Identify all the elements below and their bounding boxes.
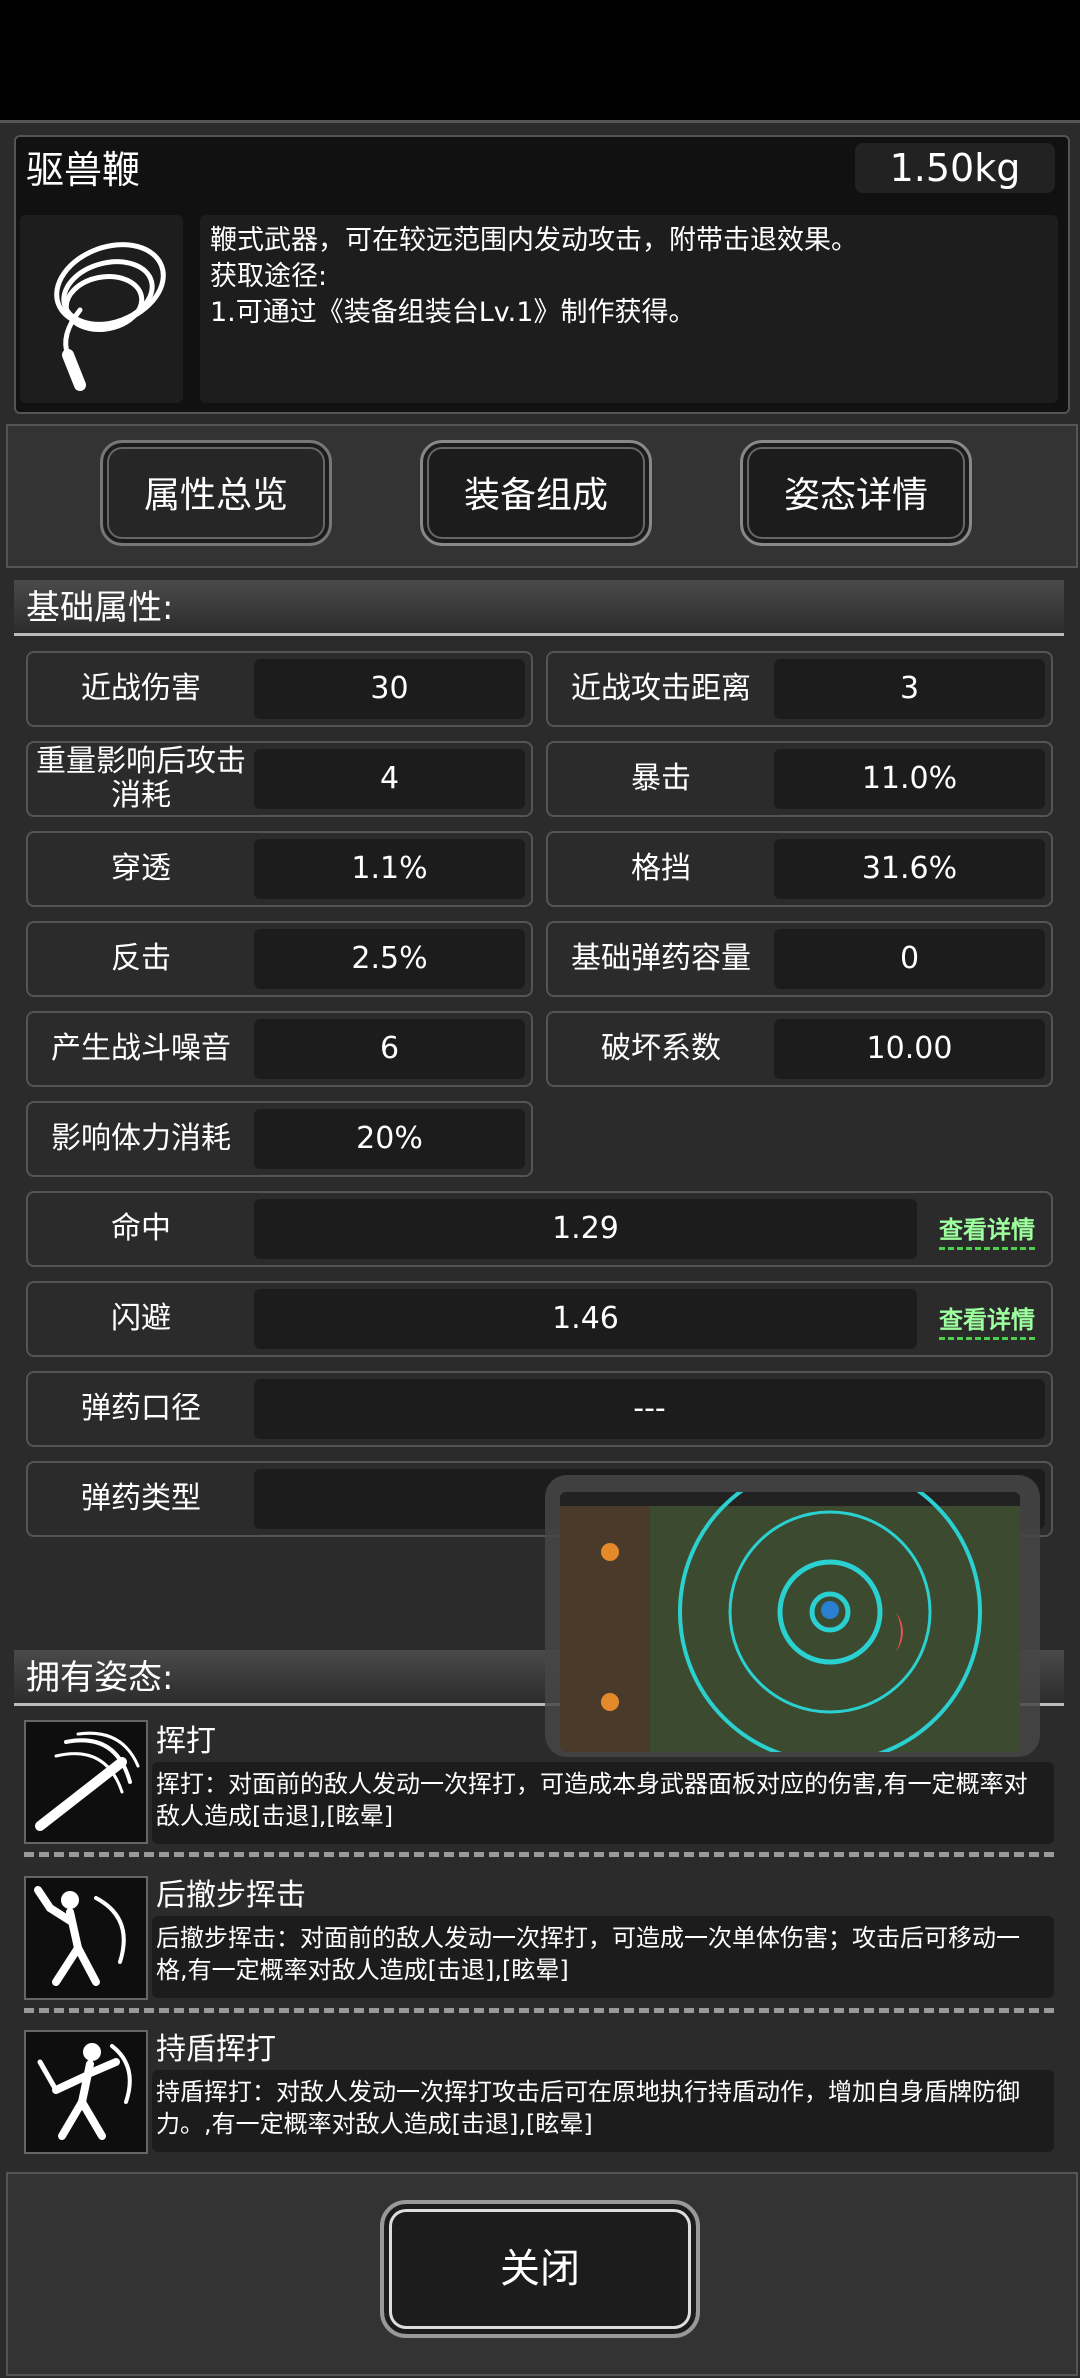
stat-melee-range: 近战攻击距离 3 — [546, 651, 1053, 727]
item-weight: 1.50kg — [855, 143, 1055, 193]
stance-name: 后撤步挥击 — [156, 1878, 306, 1913]
stat-counter: 反击 2.5% — [26, 921, 533, 997]
stance-description: 挥打：对面前的敌人发动一次挥打，可造成本身武器面板对应的伤害,有一定概率对敌人造… — [152, 1762, 1054, 1844]
stat-value: 1.29 — [254, 1199, 917, 1259]
shield-swing-icon — [37, 2043, 132, 2140]
stat-destruction: 破坏系数 10.00 — [546, 1011, 1053, 1087]
stat-label: 穿透 — [111, 851, 171, 886]
evasion-details-link[interactable]: 查看详情 — [939, 1300, 1035, 1340]
stat-evasion: 闪避 1.46 查看详情 — [26, 1281, 1053, 1357]
stat-value: 20% — [254, 1109, 525, 1169]
stat-label: 近战伤害 — [81, 671, 201, 706]
desc-line: 获取途径: — [210, 261, 328, 292]
game-preview-thumbnail[interactable] — [560, 1492, 1020, 1752]
stat-value: 10.00 — [774, 1019, 1045, 1079]
stat-label: 暴击 — [631, 761, 691, 796]
stat-label: 重量影响后攻击消耗 — [36, 744, 246, 813]
stance-name: 持盾挥打 — [156, 2032, 276, 2067]
stat-value: 11.0% — [774, 749, 1045, 809]
stat-label: 格挡 — [631, 851, 691, 886]
stat-value: 1.1% — [254, 839, 525, 899]
basic-attributes-heading: 基础属性: — [14, 580, 1064, 636]
stat-ammo-caliber: 弹药口径 --- — [26, 1371, 1053, 1447]
accuracy-details-link[interactable]: 查看详情 — [939, 1210, 1035, 1250]
stat-critical: 暴击 11.0% — [546, 741, 1053, 817]
stat-value: 6 — [254, 1019, 525, 1079]
stat-accuracy: 命中 1.29 查看详情 — [26, 1191, 1053, 1267]
stance-icon-frame — [24, 2030, 148, 2154]
stance-icon-frame — [24, 1720, 148, 1844]
stance-icon-frame — [24, 1876, 148, 2000]
stat-block: 格挡 31.6% — [546, 831, 1053, 907]
stat-label: 破坏系数 — [601, 1031, 721, 1066]
stat-penetration: 穿透 1.1% — [26, 831, 533, 907]
stat-stamina-cost: 影响体力消耗 20% — [26, 1101, 533, 1177]
stat-label: 命中 — [111, 1211, 171, 1246]
tab-equipment-composition[interactable]: 装备组成 — [420, 440, 652, 546]
stat-value: --- — [254, 1379, 1045, 1439]
stance-divider — [24, 2008, 1054, 2013]
stance-name: 挥打 — [156, 1724, 216, 1759]
tab-attributes-overview[interactable]: 属性总览 — [100, 440, 332, 546]
close-button[interactable]: 关闭 — [380, 2200, 700, 2338]
item-description: 鞭式武器，可在较远范围内发动攻击，附带击退效果。 获取途径: 1.可通过《装备组… — [200, 215, 1058, 403]
desc-line: 鞭式武器，可在较远范围内发动攻击，附带击退效果。 — [210, 225, 858, 256]
stat-value: 1.46 — [254, 1289, 917, 1349]
stance-description: 后撤步挥击：对面前的敌人发动一次挥打，可造成一次单体伤害；攻击后可移动一格,有一… — [152, 1916, 1054, 1998]
swing-icon — [35, 1731, 140, 1831]
stance-divider — [24, 1852, 1054, 1857]
stat-label: 弹药口径 — [81, 1391, 201, 1426]
stat-value: 3 — [774, 659, 1045, 719]
stat-label: 弹药类型 — [81, 1481, 201, 1516]
status-bar-area — [0, 0, 1080, 120]
stat-label: 闪避 — [111, 1301, 171, 1336]
item-name: 驱兽鞭 — [26, 148, 141, 192]
tab-stance-details[interactable]: 姿态详情 — [740, 440, 972, 546]
stat-combat-noise: 产生战斗噪音 6 — [26, 1011, 533, 1087]
stat-label: 近战攻击距离 — [571, 671, 751, 706]
stat-melee-damage: 近战伤害 30 — [26, 651, 533, 727]
stance-description: 持盾挥打：对敌人发动一次挥打攻击后可在原地执行持盾动作，增加自身盾牌防御力。,有… — [152, 2070, 1054, 2152]
stat-value: 4 — [254, 749, 525, 809]
stat-value: 0 — [774, 929, 1045, 989]
stat-label: 基础弹药容量 — [571, 941, 751, 976]
stat-value: 2.5% — [254, 929, 525, 989]
whip-icon — [54, 242, 166, 391]
stat-label: 反击 — [111, 941, 171, 976]
stat-label: 产生战斗噪音 — [51, 1031, 231, 1066]
stat-value: 30 — [254, 659, 525, 719]
stat-value: 31.6% — [774, 839, 1045, 899]
stat-label: 影响体力消耗 — [51, 1121, 231, 1156]
stat-weight-attack-cost: 重量影响后攻击消耗 4 — [26, 741, 533, 817]
stat-ammo-capacity: 基础弹药容量 0 — [546, 921, 1053, 997]
desc-line: 1.可通过《装备组装台Lv.1》制作获得。 — [210, 297, 696, 328]
backstep-swing-icon — [34, 1886, 126, 1986]
game-map-preview — [560, 1492, 1020, 1752]
item-icon-frame — [20, 215, 183, 403]
